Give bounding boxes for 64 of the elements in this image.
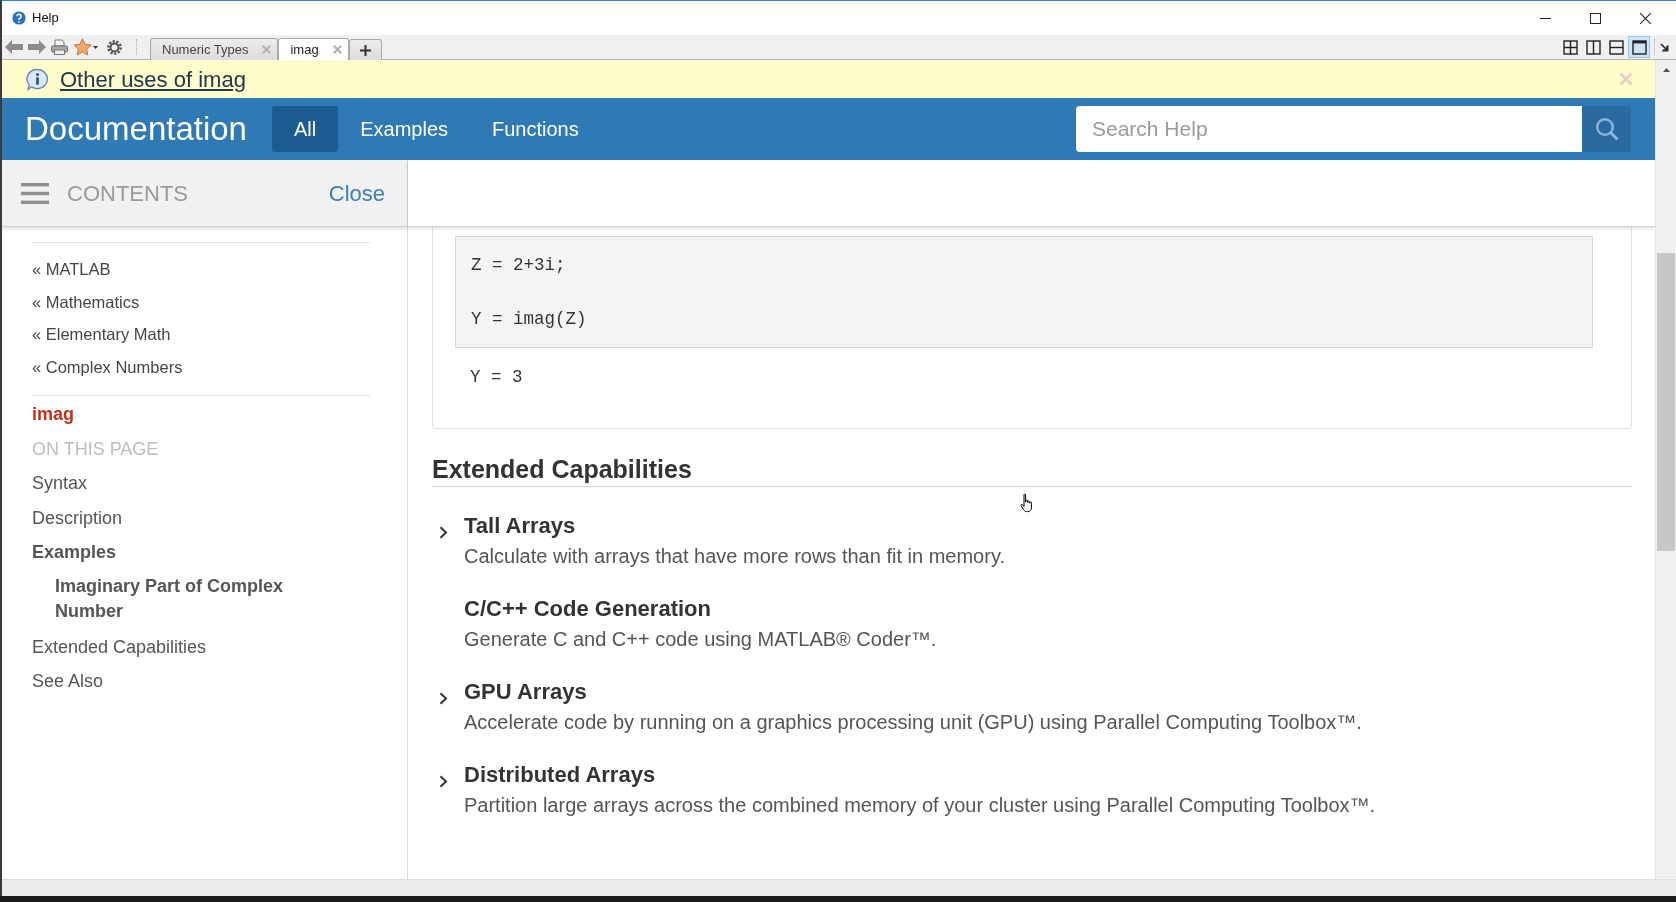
info-icon: [26, 67, 49, 91]
breadcrumb-link[interactable]: « MATLAB: [32, 253, 370, 286]
other-uses-link[interactable]: Other uses of imag: [60, 62, 246, 96]
scroll-up-arrow-icon[interactable]: [1662, 68, 1670, 72]
tab[interactable]: Numeric Types: [150, 38, 279, 60]
toc-link[interactable]: Syntax: [32, 465, 370, 501]
documentation-title: Documentation: [25, 109, 247, 150]
search-button[interactable]: [1582, 106, 1631, 152]
menu-icon[interactable]: [21, 182, 49, 204]
toc-link[interactable]: Extended Capabilities: [32, 629, 370, 664]
toc-link[interactable]: Examples: [32, 534, 370, 570]
breadcrumb-link[interactable]: « Elementary Math: [32, 318, 370, 352]
search-field[interactable]: Search Help: [1076, 106, 1582, 152]
help-icon: [12, 11, 26, 25]
code-line: Z = 2+3i;: [471, 254, 567, 277]
capability-title[interactable]: Distributed Arrays: [464, 760, 1376, 790]
close-link[interactable]: Close: [328, 176, 385, 210]
capability-description: Calculate with arrays that have more rows than fit in memory.: [464, 544, 1005, 569]
printer-icon[interactable]: [51, 39, 68, 55]
capability-title: C/C++ Code Generation: [464, 595, 712, 623]
breadcrumb-link[interactable]: « Mathematics: [32, 285, 370, 319]
caret-icon[interactable]: [93, 45, 98, 49]
chevron-icon[interactable]: [439, 692, 448, 706]
toc-link[interactable]: Description: [32, 500, 370, 535]
section-label: ON THIS PAGE: [32, 437, 160, 461]
window-title: Help: [32, 9, 59, 28]
chevron-icon[interactable]: [439, 526, 448, 540]
maximize-icon: [1589, 12, 1601, 24]
capability-description: Partition large arrays across the combined memory of your cluster using Parallel Computing Toolbox™.: [464, 793, 1376, 818]
toc-link[interactable]: Imaginary Part of Complex Number: [55, 569, 317, 630]
nav-tab[interactable]: Functions: [470, 106, 601, 152]
breadcrumb-link[interactable]: « Complex Numbers: [32, 351, 370, 384]
capability-title[interactable]: GPU Arrays: [464, 677, 1362, 707]
new-tab-button[interactable]: [348, 39, 382, 60]
nav-tab[interactable]: All: [271, 106, 339, 152]
back-arrow-icon[interactable]: [5, 40, 23, 54]
capability-title[interactable]: Tall Arrays: [464, 511, 1005, 541]
columns-layout-icon: [1585, 39, 1601, 55]
close-icon: [1639, 12, 1651, 24]
toc-link[interactable]: See Also: [32, 663, 370, 699]
grid-layout-icon: [1562, 39, 1578, 55]
section-heading: Extended Capabilities: [432, 454, 1632, 487]
arrow-icon[interactable]: [1660, 42, 1670, 52]
minimize-icon: [1539, 17, 1551, 19]
layout-button[interactable]: [1628, 36, 1650, 58]
search-icon: [1594, 117, 1619, 141]
code-line: Y = imag(Z): [471, 308, 588, 331]
current-page-title: imag: [32, 403, 75, 427]
capability-description: Accelerate code by running on a graphics processing unit (GPU) using Parallel Computing Toolbox™.: [464, 710, 1362, 735]
rows-layout-icon: [1608, 39, 1624, 55]
chevron-icon[interactable]: [439, 775, 448, 789]
hand-cursor-icon: [1020, 493, 1034, 513]
code-output: Y = 3: [469, 366, 524, 389]
plus-icon: [359, 44, 371, 56]
capability-description: Generate C and C++ code using MATLAB® Coder™.: [464, 627, 937, 652]
scrollbar-thumb[interactable]: [1657, 253, 1675, 551]
star-icon[interactable]: [73, 38, 92, 56]
nav-tab[interactable]: Examples: [338, 106, 470, 152]
forward-arrow-icon[interactable]: [28, 40, 46, 54]
contents-title: CONTENTS: [67, 179, 188, 208]
scrollbar[interactable]: [1655, 60, 1676, 879]
tab[interactable]: imag: [278, 38, 349, 60]
single-layout-icon: [1631, 39, 1647, 55]
settings-icon[interactable]: [107, 39, 122, 55]
